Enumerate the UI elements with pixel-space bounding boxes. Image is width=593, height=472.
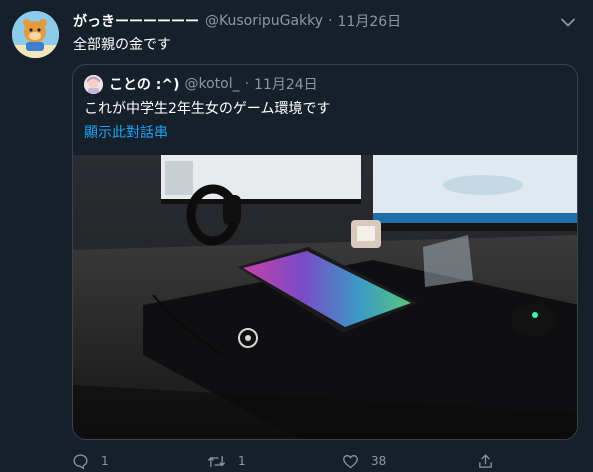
- quoted-tweet-header: ことの :^) @kotol_ · 11月24日: [84, 74, 318, 94]
- tweet: がっきーーーーーー @KusoripuGakky · 11月26日 全部親の金で…: [0, 0, 593, 472]
- quoted-avatar-icon: [84, 74, 103, 94]
- share-button[interactable]: [477, 450, 506, 472]
- profile-avatar-icon[interactable]: [12, 11, 59, 58]
- share-icon: [479, 453, 492, 468]
- quoted-display-name: ことの :^): [109, 77, 180, 93]
- reply-icon: [73, 453, 88, 469]
- quoted-tweet-text: これが中学生2年生女のゲーム環境です: [84, 101, 331, 117]
- chevron-down-icon[interactable]: [557, 12, 579, 32]
- reply-button[interactable]: 1: [72, 450, 109, 472]
- tweet-text: 全部親の金です: [73, 37, 171, 53]
- retweet-button[interactable]: 1: [207, 450, 246, 472]
- tweet-header: がっきーーーーーー @KusoripuGakky · 11月26日: [73, 10, 401, 32]
- heart-icon: [343, 454, 358, 468]
- retweet-icon: [208, 455, 225, 467]
- reply-count: 1: [101, 454, 109, 468]
- tweet-date[interactable]: 11月26日: [338, 11, 402, 31]
- quoted-photo[interactable]: [73, 155, 577, 439]
- display-name[interactable]: がっきーーーーーー: [73, 11, 199, 31]
- like-count: 38: [371, 454, 387, 468]
- tweet-actions: 1 1 38: [72, 450, 578, 472]
- avatar-illustration: [12, 11, 59, 58]
- user-handle[interactable]: @KusoripuGakky: [205, 13, 323, 29]
- quoted-separator-dot: ·: [244, 76, 250, 92]
- retweet-count: 1: [238, 454, 246, 468]
- desk-setup-photo: [73, 155, 577, 439]
- quoted-tweet[interactable]: ことの :^) @kotol_ · 11月24日 これが中学生2年生女のゲーム環…: [72, 64, 578, 440]
- separator-dot: ·: [328, 13, 333, 29]
- quoted-user-handle: @kotol_: [184, 76, 240, 92]
- show-thread-link[interactable]: 顯示此對話串: [84, 122, 168, 142]
- like-button[interactable]: 38: [342, 450, 386, 472]
- quoted-tweet-date: 11月24日: [254, 77, 318, 93]
